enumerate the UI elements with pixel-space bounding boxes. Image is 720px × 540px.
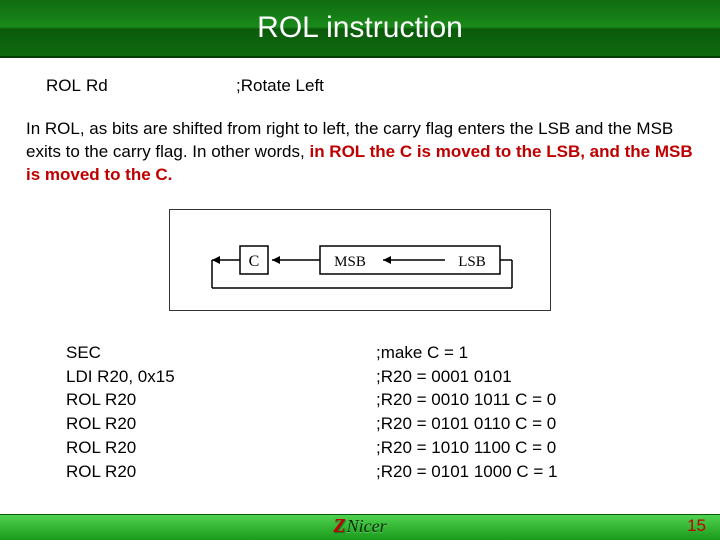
code-line: ROL R20 (66, 388, 376, 412)
inline-comment: ;Rotate Left (236, 76, 694, 96)
code-instructions: SEC LDI R20, 0x15 ROL R20 ROL R20 ROL R2… (66, 341, 376, 484)
code-comment: ;R20 = 0101 0110 C = 0 (376, 412, 694, 436)
page-number: 15 (687, 516, 706, 536)
code-line: SEC (66, 341, 376, 365)
code-line: ROL R20 (66, 436, 376, 460)
title-bar: ROL instruction (0, 0, 720, 58)
operand: Rd (86, 76, 236, 96)
description: In ROL, as bits are shifted from right t… (26, 118, 694, 187)
slide-title: ROL instruction (257, 11, 463, 45)
msb-label: MSB (334, 254, 366, 270)
code-line: ROL R20 (66, 412, 376, 436)
code-line: ROL R20 (66, 460, 376, 484)
diagram-container: C MSB LSB (26, 209, 694, 311)
c-label: C (249, 253, 260, 270)
instruction-signature: ROL Rd ;Rotate Left (26, 76, 694, 96)
diagram-svg: C MSB LSB (200, 228, 520, 298)
logo-nicer: Nicer (347, 516, 387, 537)
logo: ZNicer (333, 515, 386, 538)
code-comment: ;R20 = 0001 0101 (376, 365, 694, 389)
logo-z: Z (333, 515, 345, 538)
code-comment: ;make C = 1 (376, 341, 694, 365)
slide-content: ROL Rd ;Rotate Left In ROL, as bits are … (0, 58, 720, 484)
lsb-label: LSB (458, 254, 486, 270)
code-comment: ;R20 = 1010 1100 C = 0 (376, 436, 694, 460)
code-comment: ;R20 = 0101 1000 C = 1 (376, 460, 694, 484)
mnemonic: ROL (26, 76, 86, 96)
code-example: SEC LDI R20, 0x15 ROL R20 ROL R20 ROL R2… (26, 341, 694, 484)
code-line: LDI R20, 0x15 (66, 365, 376, 389)
code-comments: ;make C = 1 ;R20 = 0001 0101 ;R20 = 0010… (376, 341, 694, 484)
code-comment: ;R20 = 0010 1011 C = 0 (376, 388, 694, 412)
rol-diagram: C MSB LSB (169, 209, 551, 311)
